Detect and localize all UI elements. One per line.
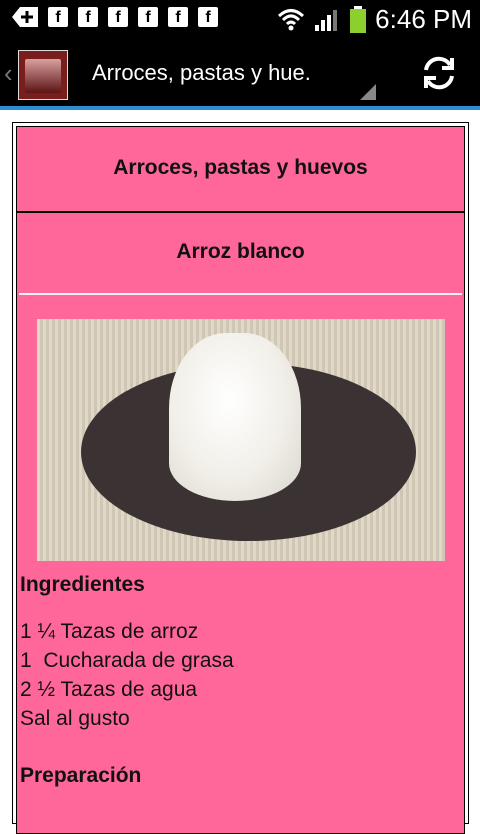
signal-icon [315,9,338,31]
list-item: Sal al gusto [20,707,130,730]
recipe-cell: Arroz blanco Ingredientes 1 ¼ Tazas de a… [16,212,465,834]
divider [19,293,462,295]
battery-icon [350,5,367,33]
facebook-icon: f [168,7,188,27]
recipe-table: Arroces, pastas y huevos Arroz blanco In… [12,122,469,834]
spinner-dropdown-icon[interactable] [360,84,376,100]
facebook-icon: f [78,7,98,27]
preparation-heading: Preparación [20,764,142,787]
facebook-icon: f [198,7,218,27]
category-spinner[interactable]: Arroces, pastas y hue. [92,60,311,86]
list-item: 1 Cucharada de grasa [20,649,234,672]
clock: 6:46 PM [375,4,472,34]
facebook-icon: f [108,7,128,27]
list-item: 1 ¼ Tazas de arroz [20,620,199,643]
category-header-cell: Arroces, pastas y huevos [16,126,465,212]
recipe-photo [37,319,445,561]
back-chevron-icon[interactable]: ‹ [4,58,13,89]
recipe-title: Arroz blanco [176,240,305,263]
facebook-icon: f [138,7,158,27]
status-bar: f f f f f f 6:46 PM [0,0,480,38]
ingredients-heading: Ingredientes [20,573,145,596]
notification-icons: f f f f f f [12,7,218,27]
action-bar: ‹ Arroces, pastas y hue. [0,38,480,110]
app-logo[interactable] [18,50,68,100]
plus-icon [12,7,38,27]
category-title: Arroces, pastas y huevos [113,156,368,179]
ingredients-list: 1 ¼ Tazas de arroz 1 Cucharada de grasa … [20,617,234,733]
wifi-icon [278,8,305,30]
status-indicators: 6:46 PM [277,4,472,35]
facebook-icon: f [48,7,68,27]
list-item: 2 ½ Tazas de agua [20,678,198,701]
recipe-webview[interactable]: Arroces, pastas y huevos Arroz blanco In… [0,110,480,834]
refresh-icon[interactable] [420,54,458,92]
